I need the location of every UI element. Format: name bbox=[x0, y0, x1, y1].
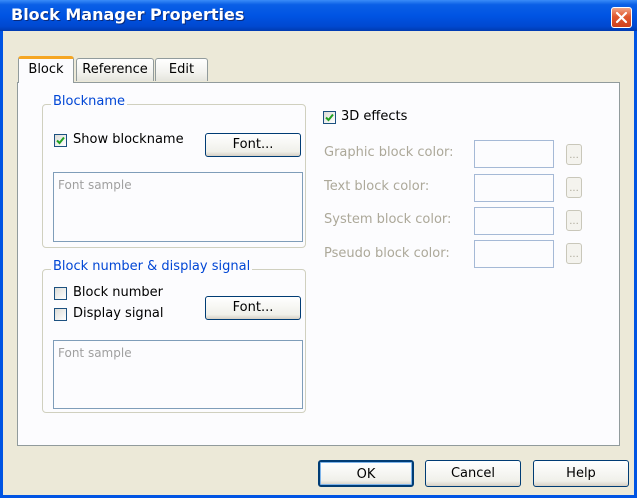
close-button[interactable] bbox=[611, 7, 632, 28]
system-block-color-button[interactable]: ... bbox=[566, 210, 582, 231]
blockname-font-button[interactable]: Font... bbox=[205, 133, 301, 157]
tab-edit[interactable]: Edit bbox=[155, 58, 208, 81]
3d-effects-label[interactable]: 3D effects bbox=[341, 109, 407, 124]
window-title: Block Manager Properties bbox=[11, 5, 245, 24]
blocknumber-font-sample-text: Font sample bbox=[58, 346, 132, 360]
text-block-color-button[interactable]: ... bbox=[566, 177, 582, 198]
window-border-left bbox=[0, 31, 3, 498]
blocknumber-group-legend: Block number & display signal bbox=[51, 259, 253, 274]
show-blockname-label[interactable]: Show blockname bbox=[73, 132, 184, 147]
text-block-color-swatch bbox=[474, 174, 554, 202]
pseudo-block-color-swatch bbox=[474, 240, 554, 268]
display-signal-label[interactable]: Display signal bbox=[73, 306, 164, 321]
help-button[interactable]: Help bbox=[533, 460, 629, 487]
blockname-group-legend: Blockname bbox=[51, 94, 128, 109]
tab-block[interactable]: Block bbox=[18, 56, 74, 83]
cancel-button[interactable]: Cancel bbox=[425, 460, 521, 487]
close-icon bbox=[615, 11, 628, 24]
blocknumber-font-button[interactable]: Font... bbox=[205, 296, 301, 320]
system-block-color-label: System block color: bbox=[324, 212, 452, 227]
tab-reference[interactable]: Reference bbox=[76, 58, 154, 81]
show-blockname-checkbox[interactable] bbox=[54, 134, 67, 147]
blockname-font-sample-text: Font sample bbox=[58, 178, 132, 192]
checkmark-icon bbox=[325, 113, 334, 122]
ok-button[interactable]: OK bbox=[318, 460, 414, 487]
checkmark-icon bbox=[56, 136, 65, 145]
block-number-checkbox[interactable] bbox=[54, 287, 67, 300]
3d-effects-checkbox[interactable] bbox=[323, 111, 336, 124]
pseudo-block-color-button[interactable]: ... bbox=[566, 243, 582, 264]
graphic-block-color-swatch bbox=[474, 140, 554, 168]
block-number-label[interactable]: Block number bbox=[73, 285, 163, 300]
system-block-color-swatch bbox=[474, 207, 554, 235]
display-signal-checkbox[interactable] bbox=[54, 308, 67, 321]
graphic-block-color-button[interactable]: ... bbox=[566, 144, 582, 165]
graphic-block-color-label: Graphic block color: bbox=[324, 145, 454, 160]
text-block-color-label: Text block color: bbox=[324, 179, 430, 194]
pseudo-block-color-label: Pseudo block color: bbox=[324, 246, 450, 261]
